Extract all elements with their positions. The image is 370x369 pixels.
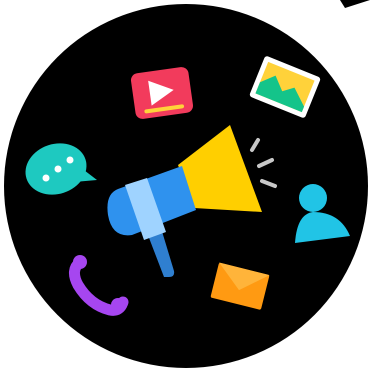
video-play-icon xyxy=(130,67,194,119)
corner-mark xyxy=(340,0,370,8)
illustration xyxy=(4,0,370,368)
